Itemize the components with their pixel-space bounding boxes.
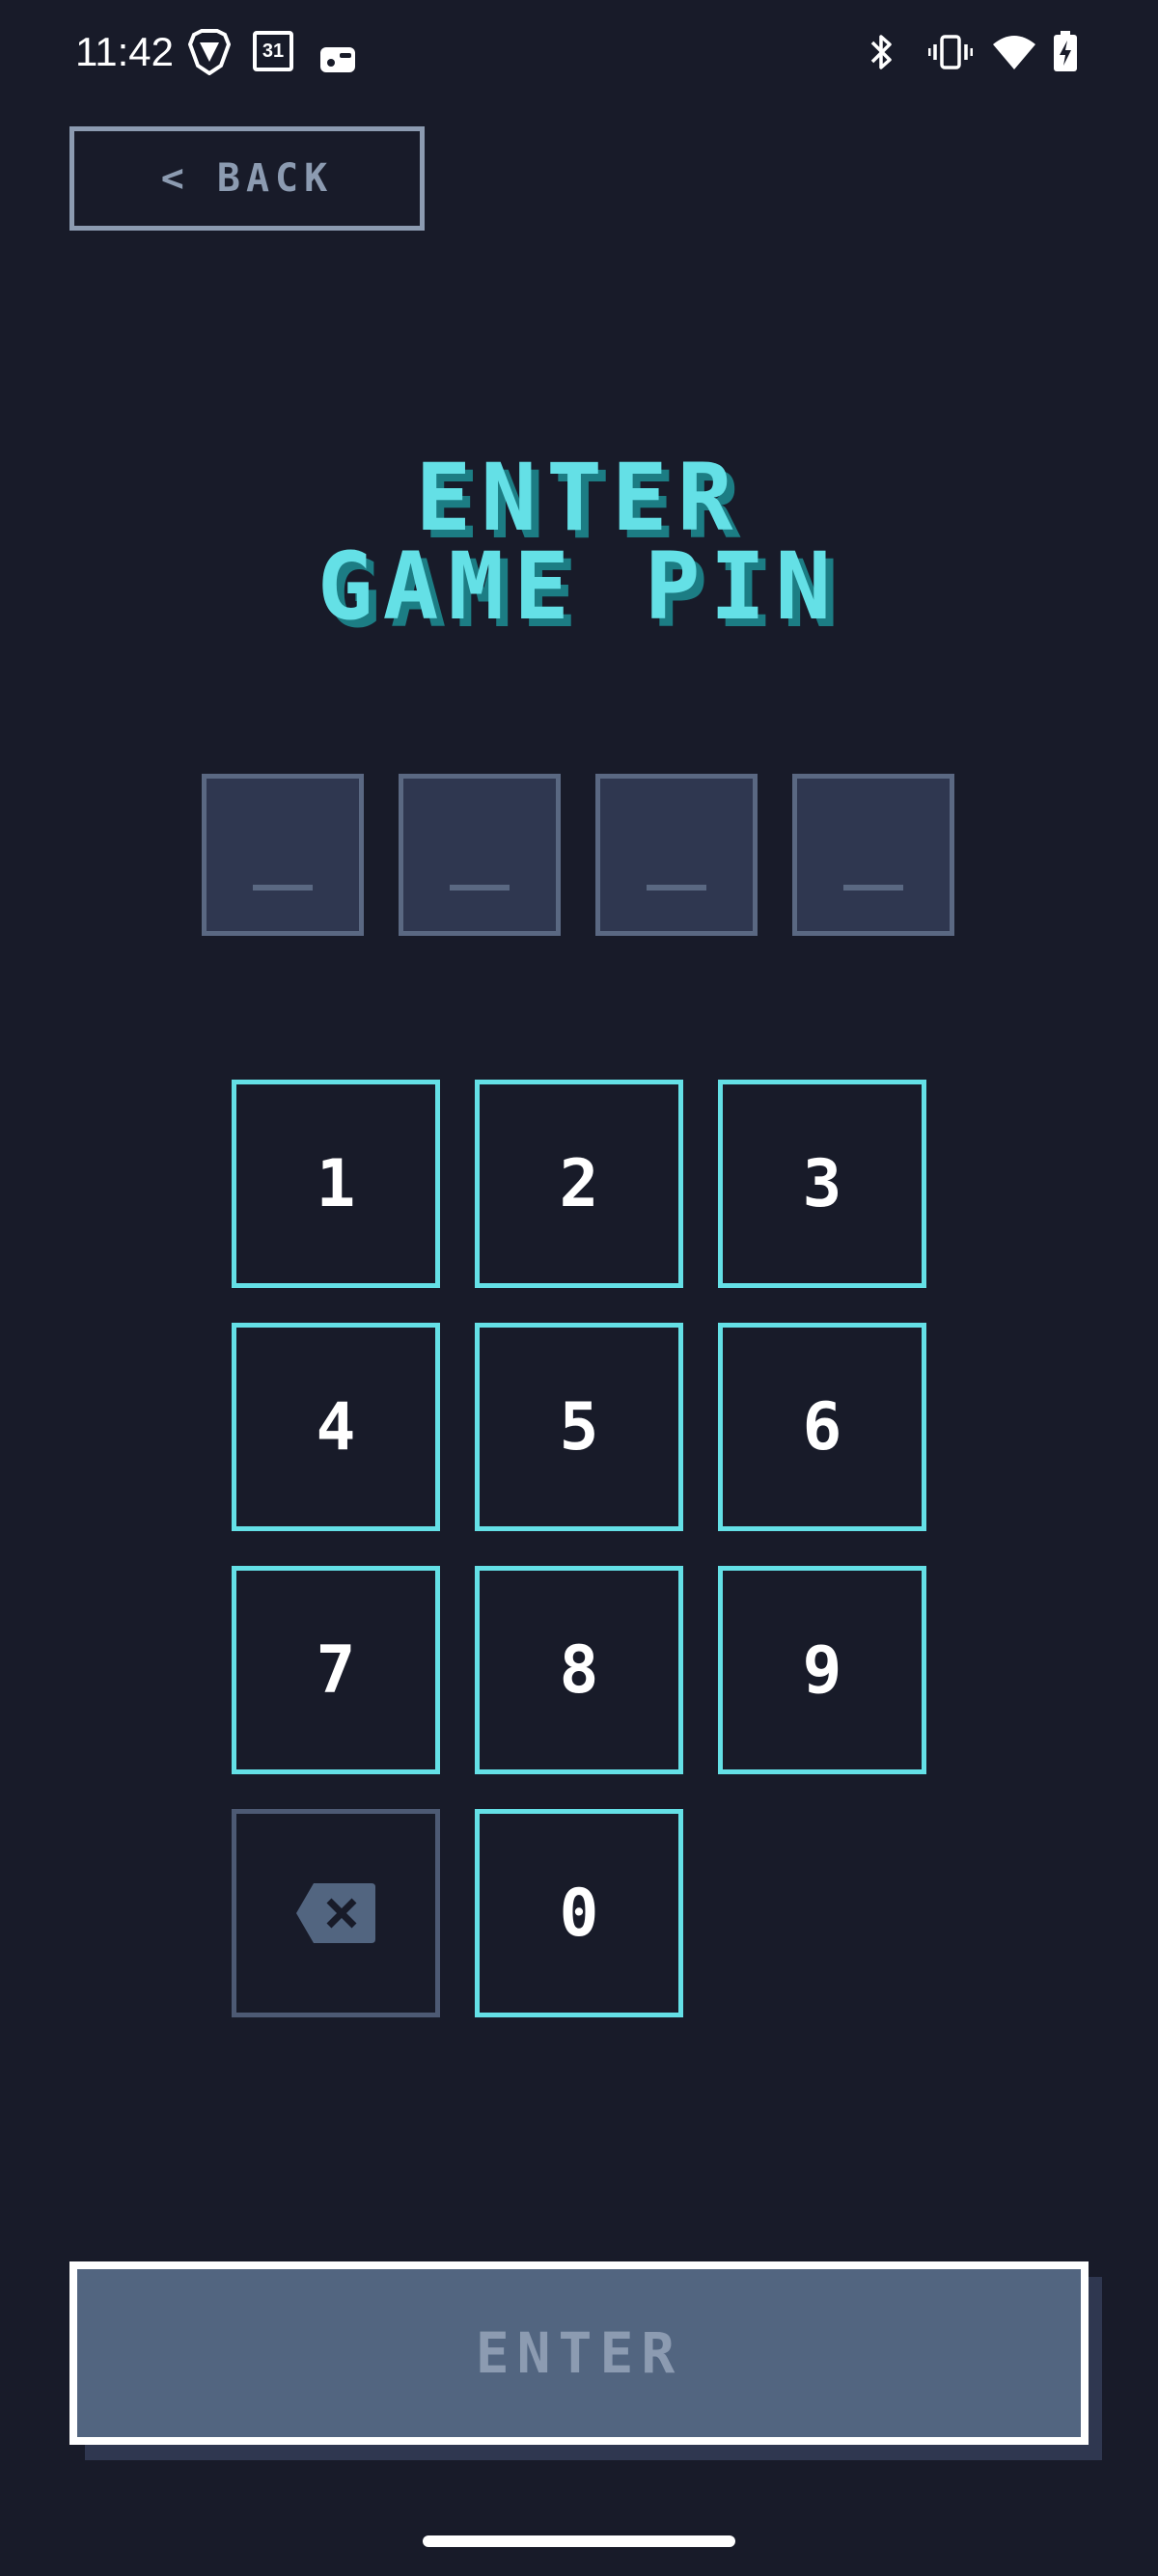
- page-title: ENTER GAME PIN: [0, 444, 1158, 641]
- enter-button-label: ENTER: [475, 2320, 683, 2386]
- back-button-label: BACK: [216, 156, 334, 201]
- pin-slot-3: [595, 774, 758, 936]
- status-bar: 11:42 31: [0, 0, 1158, 106]
- number-keypad: 1 2 3 4 5 6 7 8 9 0: [232, 1080, 926, 2017]
- key-0[interactable]: 0: [475, 1809, 683, 2017]
- pin-slot-placeholder: [253, 885, 313, 891]
- vibrate-icon: [928, 35, 973, 69]
- pin-display: [202, 774, 954, 936]
- page-title-line-1: ENTER: [415, 444, 743, 552]
- home-indicator[interactable]: [423, 2535, 735, 2547]
- backspace-button[interactable]: [232, 1809, 440, 2017]
- bluetooth-icon: [870, 35, 892, 69]
- key-9[interactable]: 9: [718, 1566, 926, 1774]
- key-3[interactable]: 3: [718, 1080, 926, 1288]
- pin-slot-placeholder: [450, 885, 510, 891]
- pin-slot-2: [399, 774, 561, 936]
- wifi-icon: [993, 36, 1035, 69]
- battery-charging-icon: [1054, 31, 1077, 71]
- key-5[interactable]: 5: [475, 1323, 683, 1531]
- back-button[interactable]: < BACK: [69, 126, 425, 231]
- page-title-line-2: GAME PIN: [317, 533, 841, 641]
- pin-slot-4: [792, 774, 954, 936]
- pin-slot-1: [202, 774, 364, 936]
- brave-icon: [188, 29, 231, 75]
- key-2[interactable]: 2: [475, 1080, 683, 1288]
- calendar-icon: 31: [253, 31, 293, 71]
- status-time: 11:42: [75, 29, 174, 74]
- calendar-day: 31: [262, 40, 285, 62]
- pin-slot-placeholder: [647, 885, 706, 891]
- key-7[interactable]: 7: [232, 1566, 440, 1774]
- key-1[interactable]: 1: [232, 1080, 440, 1288]
- game-controller-icon: [320, 47, 355, 72]
- key-6[interactable]: 6: [718, 1323, 926, 1531]
- enter-button[interactable]: ENTER: [69, 2261, 1089, 2445]
- backspace-icon: [296, 1883, 375, 1943]
- key-8[interactable]: 8: [475, 1566, 683, 1774]
- key-4[interactable]: 4: [232, 1323, 440, 1531]
- chevron-left-icon: <: [160, 156, 190, 201]
- pin-slot-placeholder: [843, 885, 903, 891]
